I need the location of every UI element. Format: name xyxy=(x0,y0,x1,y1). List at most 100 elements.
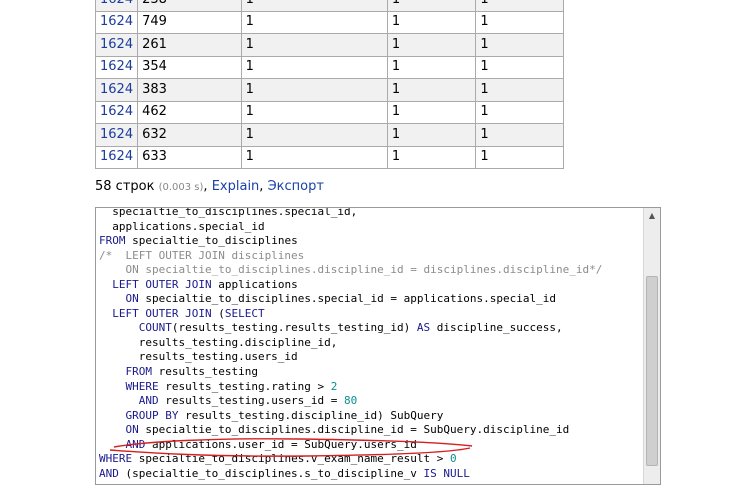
code-line: COUNT(results_testing.results_testing_id… xyxy=(99,321,644,336)
cell-id: 1624 xyxy=(94,123,139,147)
code-token: results_testing.users_id = xyxy=(158,394,345,408)
table-row: 1624 633 1 1 1 xyxy=(94,145,564,169)
code-token: FROM xyxy=(99,365,152,379)
cell-id: 1624 xyxy=(94,100,139,124)
code-token: LEFT OUTER JOIN xyxy=(99,277,212,291)
explain-link[interactable]: Explain xyxy=(212,179,260,194)
cell-value-1: 1 xyxy=(240,145,388,169)
code-token: specialtie_to_disciplines xyxy=(125,234,298,248)
code-token: COUNT xyxy=(99,321,172,335)
table-row: 1624 749 1 1 1 xyxy=(94,10,564,34)
cell-value-1: 1 xyxy=(240,123,388,147)
cell-id: 1624 xyxy=(94,33,139,57)
code-line: LEFT OUTER JOIN applications xyxy=(99,278,644,293)
cell-value-3: 1 xyxy=(475,33,564,57)
code-line: AND (specialtie_to_disciplines.s_to_disc… xyxy=(99,467,644,482)
code-token: 2 xyxy=(330,379,338,393)
row-count: 58 строк xyxy=(95,179,155,194)
results-table: 1624238111162474911116242611111624354111… xyxy=(94,0,564,169)
code-line: ON specialtie_to_disciplines.discipline_… xyxy=(99,263,644,278)
cell-value-2: 1 xyxy=(386,0,477,12)
scroll-up-arrow-icon[interactable]: ▲ xyxy=(644,208,660,224)
cell-value-3: 1 xyxy=(475,0,564,12)
cell-id: 1624 xyxy=(94,55,139,79)
code-token: LEFT OUTER JOIN xyxy=(99,306,212,320)
code-token: AND xyxy=(99,437,146,451)
code-line: AND applications.user_id = SubQuery.user… xyxy=(99,438,644,453)
table-row: 1624238111 xyxy=(94,0,564,12)
code-token: WHERE xyxy=(99,379,159,393)
cell-value-3: 1 xyxy=(475,100,564,124)
cell-id: 1624 xyxy=(94,10,139,34)
cell-user: 354 xyxy=(137,55,242,79)
query-time: (0.003 s) xyxy=(158,182,204,193)
code-token: applications.user_id = SubQuery.users_id xyxy=(145,437,417,451)
scrollbar-thumb[interactable] xyxy=(646,276,658,466)
code-token: WHERE xyxy=(99,452,133,466)
cell-user: 633 xyxy=(137,145,242,169)
cell-id: 1624 xyxy=(94,78,139,102)
cell-user: 261 xyxy=(137,33,242,57)
code-token: AND xyxy=(99,466,119,480)
sql-code[interactable]: specialtie_to_disciplines.special_id, ap… xyxy=(99,208,644,482)
code-token: AS xyxy=(416,321,431,335)
cell-value-3: 1 xyxy=(475,123,564,147)
table-row: 1624 632 1 1 1 xyxy=(94,123,564,147)
cell-value-1: 1 xyxy=(240,10,388,34)
cell-id: 1624 xyxy=(94,0,139,12)
vertical-scrollbar[interactable]: ▲ xyxy=(643,208,660,484)
code-token: applications.special_id xyxy=(99,219,265,233)
cell-value-1: 1 xyxy=(240,55,388,79)
cell-user: 462 xyxy=(137,100,242,124)
cell-user: 238 xyxy=(137,0,242,12)
code-token: IS NULL xyxy=(423,466,470,480)
code-token: GROUP BY xyxy=(99,408,179,422)
separator: , xyxy=(259,179,264,194)
code-line: FROM specialtie_to_disciplines xyxy=(99,234,644,249)
code-token: specialtie_to_disciplines.v_exam_name_re… xyxy=(132,452,451,466)
code-token: applications xyxy=(211,277,298,291)
cell-user: 383 xyxy=(137,78,242,102)
cell-value-3: 1 xyxy=(475,55,564,79)
code-line: results_testing.users_id xyxy=(99,350,644,365)
code-line: WHERE results_testing.rating > 2 xyxy=(99,380,644,395)
cell-value-3: 1 xyxy=(475,145,564,169)
cell-value-3: 1 xyxy=(475,10,564,34)
code-line: AND results_testing.users_id = 80 xyxy=(99,394,644,409)
code-line: ON specialtie_to_disciplines.discipline_… xyxy=(99,423,644,438)
code-token: ON specialtie_to_disciplines.discipline_… xyxy=(99,263,603,277)
table-row: 1624 383 1 1 1 xyxy=(94,78,564,102)
code-token: results_testing.rating > xyxy=(158,379,331,393)
cell-value-2: 1 xyxy=(386,10,477,34)
code-token: results_testing.users_id xyxy=(99,350,298,364)
code-token: FROM xyxy=(99,234,126,248)
cell-user: 749 xyxy=(137,10,242,34)
code-token: discipline_success, xyxy=(430,321,563,335)
code-token: ( xyxy=(211,306,225,320)
code-line: specialtie_to_disciplines.special_id, xyxy=(99,208,644,220)
sql-editor[interactable]: specialtie_to_disciplines.special_id, ap… xyxy=(95,207,661,485)
cell-value-1: 1 xyxy=(240,0,388,12)
code-line: results_testing.discipline_id, xyxy=(99,336,644,351)
code-line: /* LEFT OUTER JOIN disciplines xyxy=(99,249,644,264)
code-line: GROUP BY results_testing.discipline_id) … xyxy=(99,409,644,424)
table-row: 1624 462 1 1 1 xyxy=(94,100,564,124)
cell-value-2: 1 xyxy=(386,100,477,124)
query-summary: 58 строк (0.003 s), Explain, Экспорт xyxy=(95,178,324,197)
code-token: specialtie_to_disciplines.discipline_id … xyxy=(138,423,570,437)
cell-value-2: 1 xyxy=(386,33,477,57)
code-line: applications.special_id xyxy=(99,220,644,235)
cell-id: 1624 xyxy=(94,145,139,169)
code-token: results_testing.discipline_id, xyxy=(99,335,338,349)
table-row: 1624 261 1 1 1 xyxy=(94,33,564,57)
export-link[interactable]: Экспорт xyxy=(268,179,324,194)
code-token: results_testing xyxy=(151,365,258,379)
code-token: 0 xyxy=(450,452,457,466)
code-line: ON specialtie_to_disciplines.special_id … xyxy=(99,292,644,307)
code-token: 80 xyxy=(344,394,358,408)
code-token: ON xyxy=(99,423,139,437)
code-line: WHERE specialtie_to_disciplines.v_exam_n… xyxy=(99,452,644,467)
code-line: FROM results_testing xyxy=(99,365,644,380)
cell-value-1: 1 xyxy=(240,100,388,124)
cell-value-2: 1 xyxy=(386,78,477,102)
